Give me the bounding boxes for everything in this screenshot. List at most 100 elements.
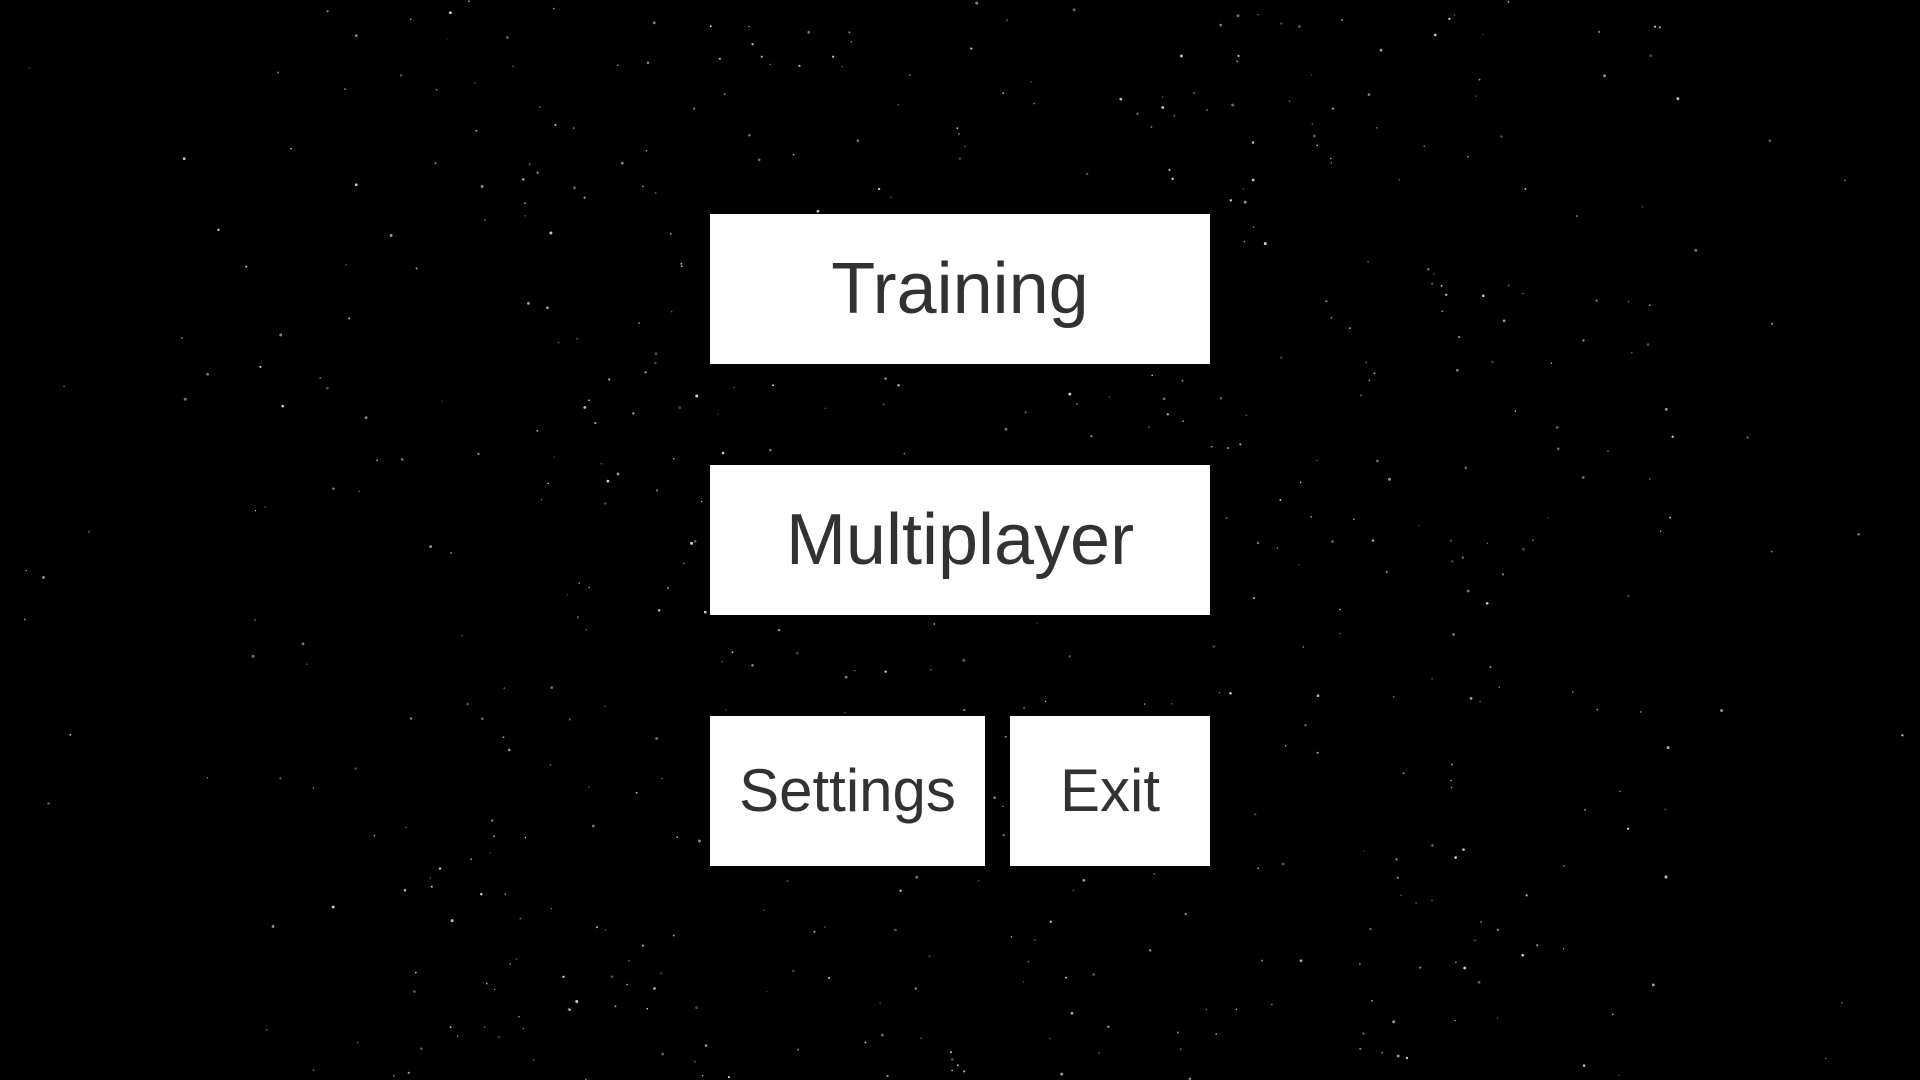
star [1231, 103, 1235, 107]
star [661, 1052, 665, 1056]
star [1646, 343, 1650, 346]
star [1694, 248, 1698, 252]
star [655, 737, 659, 740]
star [1330, 316, 1333, 319]
star [1148, 949, 1152, 952]
star [1082, 879, 1086, 882]
star [962, 659, 966, 662]
star [319, 376, 322, 379]
star [277, 71, 280, 74]
star [546, 306, 549, 310]
star [587, 786, 590, 788]
star [373, 834, 376, 837]
star [646, 61, 650, 64]
star [1288, 100, 1291, 102]
star [718, 57, 721, 60]
star [1260, 959, 1263, 962]
star [1119, 97, 1123, 101]
star [344, 88, 346, 91]
multiplayer-button-label: Multiplayer [785, 500, 1135, 580]
star [616, 472, 620, 476]
star [1392, 695, 1395, 698]
exit-button[interactable]: Exit [1010, 716, 1210, 866]
star [596, 926, 598, 929]
star [856, 139, 860, 142]
star [816, 209, 820, 213]
star [1171, 177, 1174, 181]
star [528, 163, 531, 166]
star [301, 642, 305, 646]
star [1482, 33, 1485, 36]
star [963, 1070, 966, 1073]
star [617, 64, 619, 66]
star [1547, 517, 1549, 519]
star [1098, 1052, 1100, 1054]
star [792, 969, 795, 973]
star [1387, 477, 1391, 481]
star [1402, 772, 1405, 775]
settings-button-label: Settings [739, 757, 956, 824]
star [1251, 141, 1255, 144]
star [1771, 322, 1774, 325]
star [512, 65, 514, 68]
star [766, 990, 768, 993]
star [682, 562, 685, 565]
star [1450, 779, 1452, 782]
star [1147, 426, 1150, 429]
star [1027, 960, 1030, 963]
star [332, 487, 335, 490]
star [1257, 13, 1259, 16]
training-button[interactable]: Training [710, 214, 1210, 364]
star [1433, 33, 1437, 37]
star [1449, 539, 1453, 543]
star [600, 462, 603, 465]
star [182, 157, 186, 161]
star [279, 777, 282, 780]
star [1143, 703, 1146, 705]
star [549, 231, 553, 235]
star [1603, 74, 1606, 78]
star [608, 378, 611, 381]
star [494, 988, 496, 991]
star [1330, 157, 1332, 160]
star [841, 65, 843, 68]
star [1482, 294, 1485, 298]
star [354, 34, 358, 37]
star [964, 145, 966, 148]
star [1651, 983, 1655, 987]
star [693, 540, 697, 543]
star [1658, 26, 1661, 29]
star [1311, 123, 1314, 125]
star [536, 429, 539, 432]
star [769, 448, 772, 452]
star [695, 394, 699, 398]
star [796, 652, 799, 655]
star [920, 1037, 922, 1040]
star [1396, 1054, 1400, 1058]
star [1441, 310, 1444, 313]
star [1525, 894, 1528, 897]
star [592, 824, 595, 828]
star [1514, 410, 1517, 412]
star [723, 93, 726, 96]
star [1030, 81, 1032, 83]
star [507, 748, 511, 752]
star [1242, 187, 1245, 190]
star [568, 718, 571, 721]
star [536, 171, 539, 174]
star [576, 338, 578, 340]
star [518, 1015, 520, 1018]
settings-button[interactable]: Settings [710, 716, 985, 866]
star [1376, 127, 1378, 129]
star [1331, 540, 1334, 543]
star [1299, 959, 1303, 963]
star [757, 158, 761, 161]
star [850, 41, 852, 43]
star [930, 668, 932, 671]
star [1060, 1072, 1064, 1076]
multiplayer-button[interactable]: Multiplayer [710, 465, 1210, 615]
star [474, 82, 476, 84]
star [1256, 541, 1260, 545]
star [1450, 763, 1453, 766]
star [1649, 478, 1651, 480]
